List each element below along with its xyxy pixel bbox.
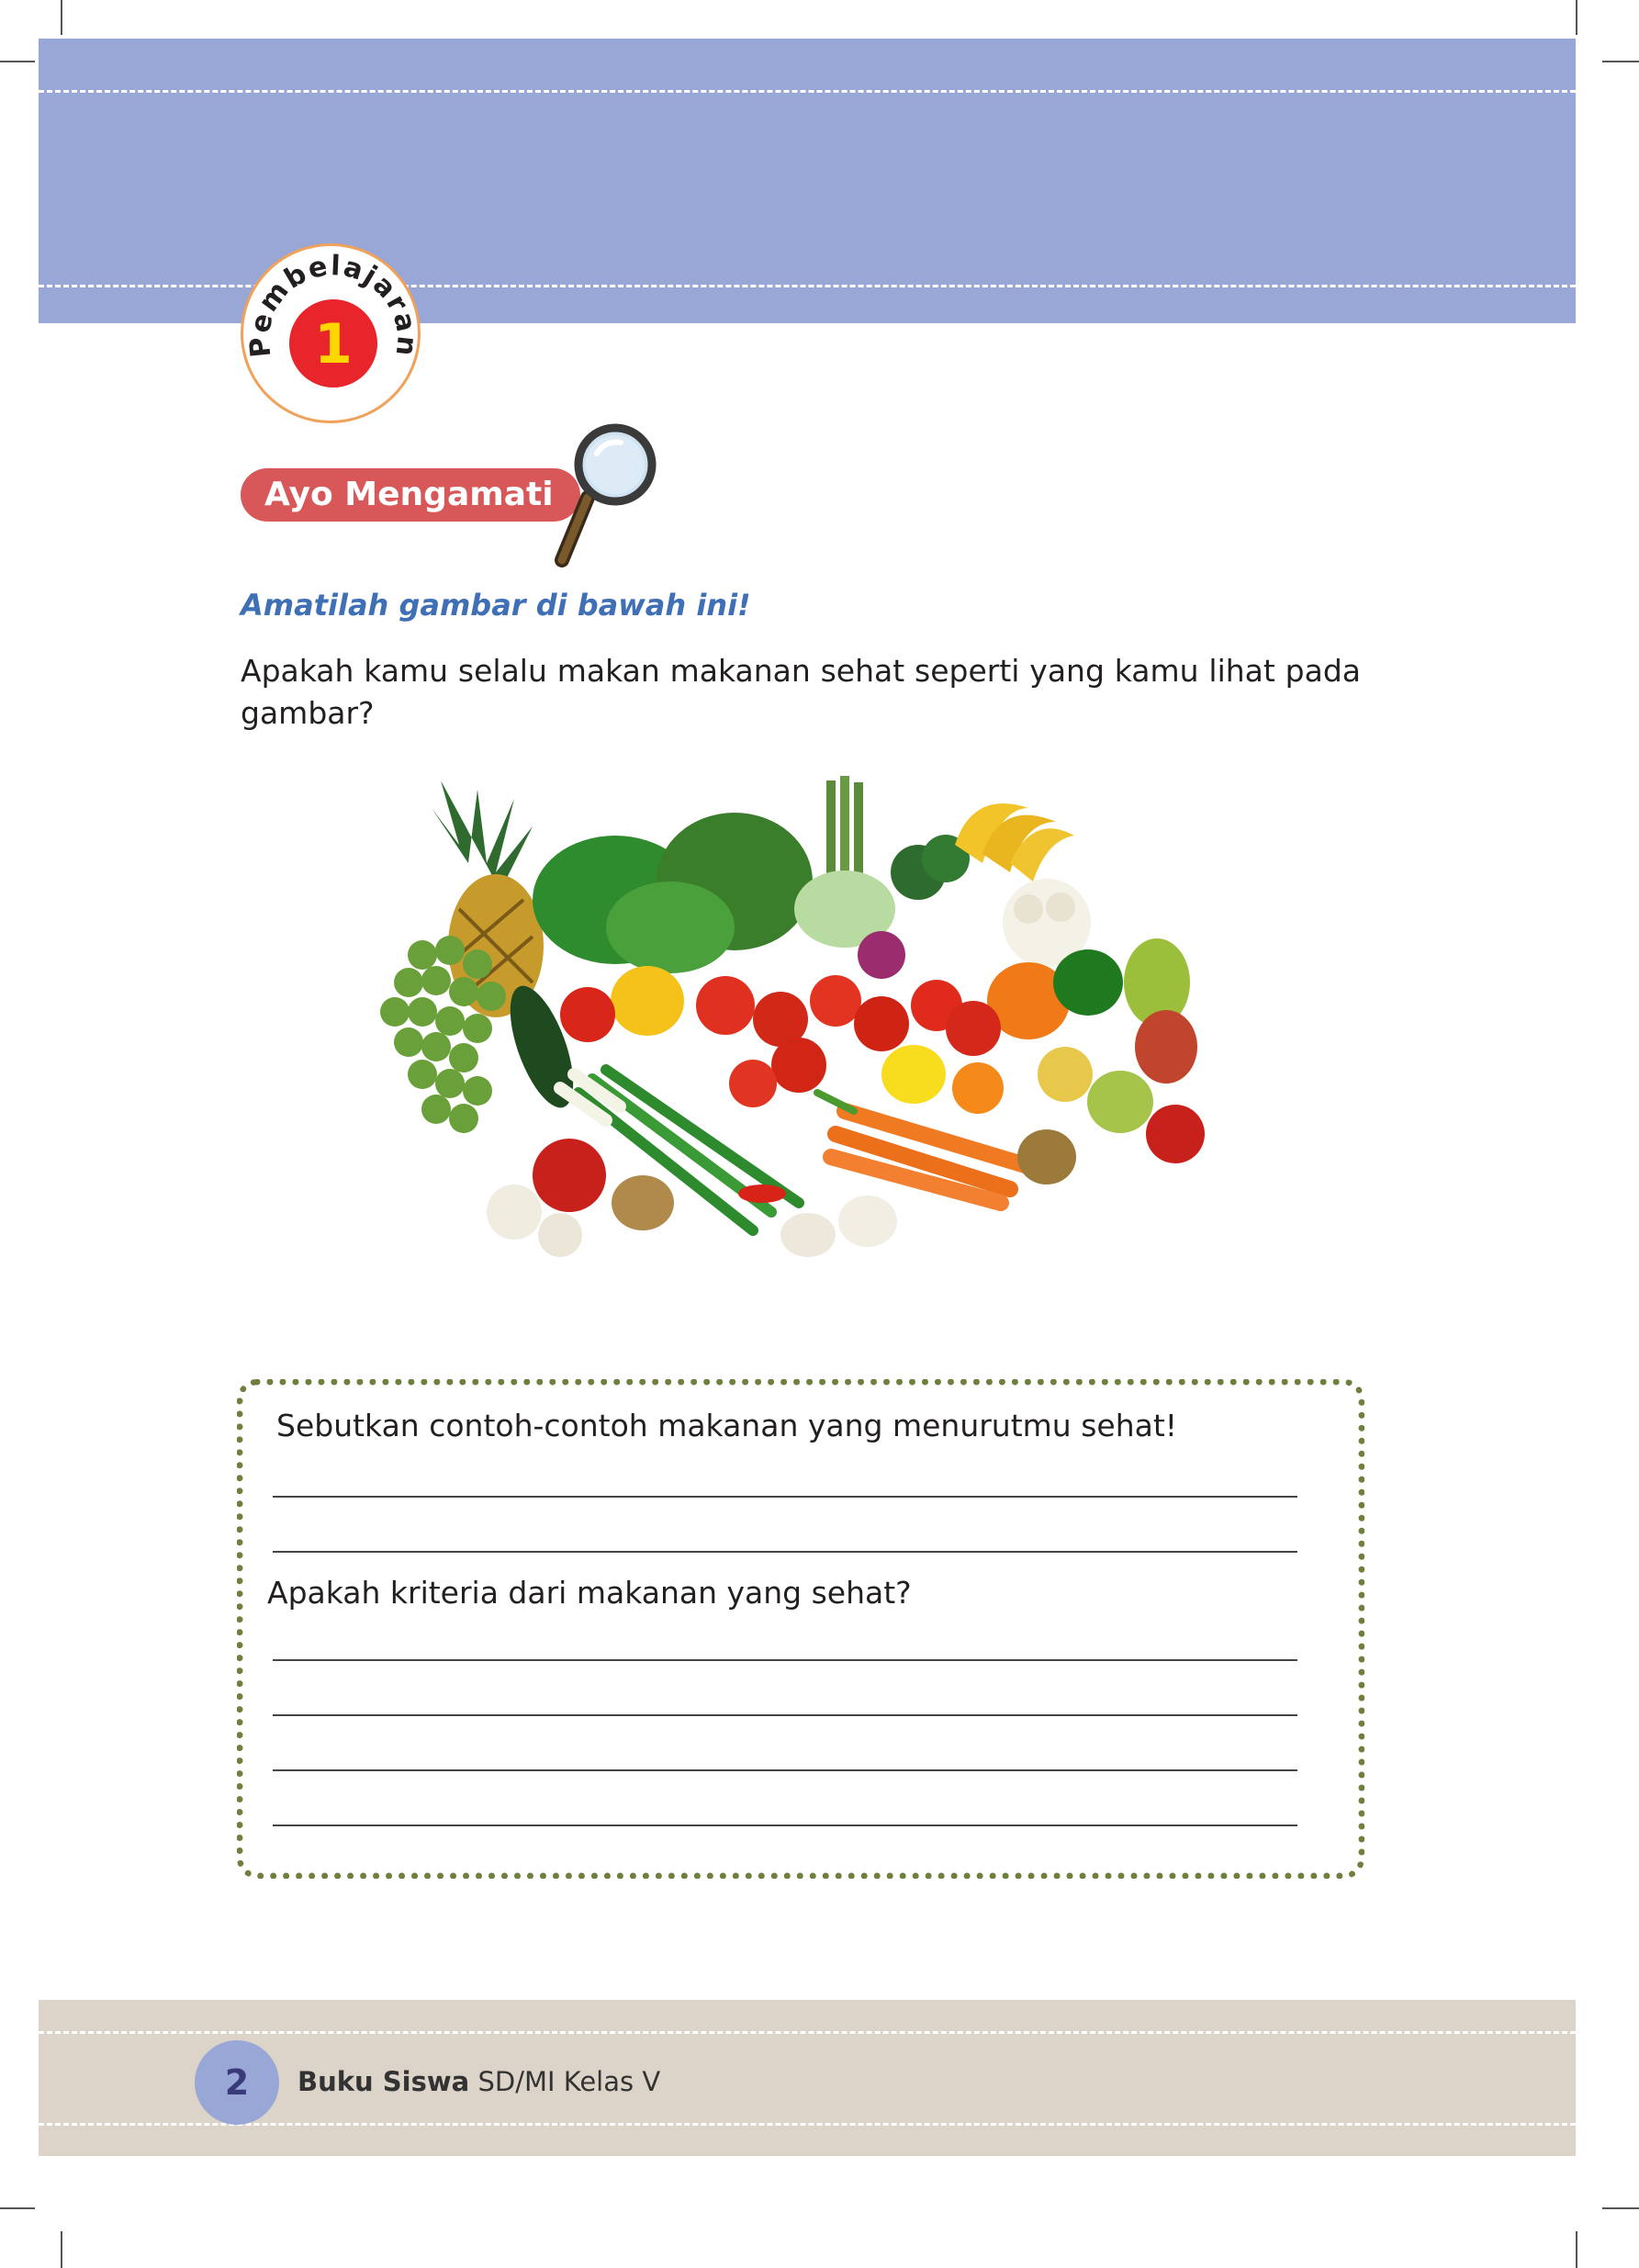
- answer-line[interactable]: [273, 1659, 1297, 1661]
- crop-mark: [61, 2231, 62, 2268]
- question-2: Apakah kriteria dari makanan yang sehat?: [267, 1575, 912, 1611]
- bananas-icon: [955, 803, 1074, 881]
- answer-line[interactable]: [273, 1769, 1297, 1771]
- instruction-text: Amatilah gambar di bawah ini!: [241, 588, 751, 623]
- footer-book-title-bold: Buku Siswa: [297, 2066, 470, 2097]
- crop-mark: [1576, 2231, 1577, 2268]
- yellow-pepper-icon: [611, 966, 684, 1036]
- asparagus-icon: [826, 776, 863, 881]
- crop-mark: [1602, 61, 1639, 62]
- answer-line[interactable]: [273, 1825, 1297, 1826]
- answer-line[interactable]: [273, 1714, 1297, 1716]
- chili-icon: [738, 1185, 786, 1203]
- footer-book-title: Buku Siswa SD/MI Kelas V: [297, 2066, 660, 2097]
- lesson-badge-icon: Pembelajaran 1: [243, 250, 421, 387]
- lesson-number: 1: [314, 312, 353, 376]
- red-onion-icon: [858, 931, 905, 979]
- answer-line[interactable]: [273, 1496, 1297, 1498]
- lemon-icon: [881, 1045, 946, 1104]
- potato-icon: [612, 1175, 674, 1230]
- crop-mark: [0, 61, 35, 62]
- crop-mark: [61, 0, 62, 35]
- activity-title: Ayo Mengamati: [241, 468, 580, 522]
- page-number: 2: [195, 2040, 279, 2125]
- grapes-icon: [380, 936, 506, 1133]
- answer-line[interactable]: [273, 1551, 1297, 1553]
- crop-mark: [1576, 0, 1577, 35]
- question-intro: Apakah kamu selalu makan makanan sehat s…: [241, 653, 1361, 731]
- green-pepper-icon: [1053, 949, 1123, 1016]
- mushroom-icon: [780, 1213, 836, 1257]
- footer-dash-bottom: [39, 2123, 1576, 2126]
- crop-mark: [1602, 2207, 1639, 2209]
- mushroom-icon: [838, 1196, 897, 1247]
- leafy-greens-icon: [533, 813, 813, 973]
- garlic-icon: [487, 1185, 542, 1240]
- magnifier-icon: [555, 423, 657, 567]
- potato-icon: [1017, 1129, 1076, 1185]
- produce-illustration: [380, 776, 1205, 1257]
- footer-dash-top: [39, 2031, 1576, 2034]
- garlic-icon: [538, 1213, 582, 1257]
- orange-icon: [952, 1062, 1004, 1114]
- carrots-icon: [814, 1089, 1037, 1211]
- apple-icon: [533, 1139, 606, 1212]
- question-1: Sebutkan contoh-contoh makanan yang menu…: [276, 1408, 1178, 1443]
- lesson-badge: Pembelajaran 1: [241, 243, 421, 423]
- header-dash-top: [39, 90, 1576, 93]
- footer-book-title-rest: SD/MI Kelas V: [469, 2066, 661, 2097]
- answer-box: Sebutkan contoh-contoh makanan yang menu…: [237, 1379, 1364, 1879]
- crop-mark: [0, 2207, 35, 2209]
